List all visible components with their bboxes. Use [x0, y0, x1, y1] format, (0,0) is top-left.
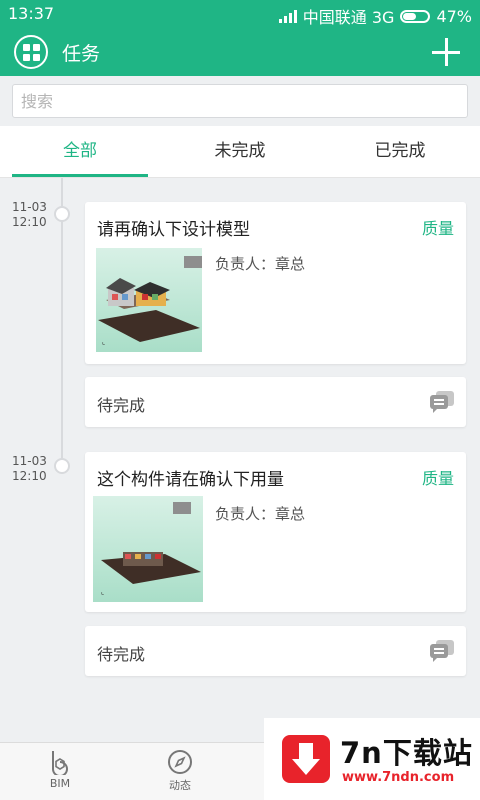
model-thumbnail[interactable]: ⌞ [93, 496, 203, 602]
svg-text:⌞: ⌞ [101, 588, 104, 596]
search-bar [0, 76, 480, 126]
task-status-row[interactable]: 待完成 [85, 377, 466, 427]
page-title: 任务 [62, 43, 101, 65]
svg-text:⌞: ⌞ [102, 338, 105, 346]
plus-icon[interactable] [432, 38, 460, 66]
status-time: 13:37 [8, 4, 55, 23]
nav-label: 动态 [169, 779, 191, 792]
apps-grid-icon[interactable] [14, 35, 48, 69]
timeline-line [61, 178, 63, 474]
watermark-name: 7n下载站 [340, 736, 473, 770]
download-logo-icon [282, 735, 330, 783]
task-owner: 负责人：章总 [215, 255, 306, 273]
comment-icon[interactable] [430, 640, 454, 662]
watermark-url: www.7ndn.com [342, 770, 455, 785]
signal-icon [278, 9, 297, 23]
task-date-day: 11-03 [12, 200, 47, 214]
tab-incomplete[interactable]: 未完成 [160, 126, 320, 177]
task-status: 待完成 [97, 645, 146, 664]
compass-icon [168, 750, 192, 774]
app-bar: 任务 [0, 28, 480, 76]
tab-all[interactable]: 全部 [0, 126, 160, 177]
task-status: 待完成 [97, 396, 146, 415]
task-tag: 质量 [421, 469, 454, 488]
filter-tabs: 全部 未完成 已完成 [0, 126, 480, 178]
bim-icon [52, 751, 68, 775]
comment-icon[interactable] [430, 391, 454, 413]
status-bar: 13:37 中国联通 3G 47% [0, 0, 480, 28]
task-card[interactable]: 请再确认下设计模型 质量 ⌞ 负责人：章总 [85, 202, 466, 364]
task-status-row[interactable]: 待完成 [85, 626, 466, 676]
task-date: 11-03 12:10 [12, 454, 47, 484]
task-date: 11-03 12:10 [12, 200, 47, 230]
task-title: 请再确认下设计模型 [97, 220, 250, 240]
carrier-label: 中国联通 3G [302, 8, 395, 27]
task-title: 这个构件请在确认下用量 [97, 470, 284, 490]
status-right: 中国联通 3G 47% [278, 4, 472, 28]
tab-completed[interactable]: 已完成 [320, 126, 480, 177]
watermark: 7n下载站 www.7ndn.com [264, 718, 480, 800]
nav-label: BIM [49, 777, 71, 790]
battery-icon [400, 9, 431, 23]
model-thumbnail[interactable]: ⌞ [96, 248, 202, 352]
task-date-time: 12:10 [12, 469, 47, 483]
search-input[interactable] [12, 84, 468, 118]
task-owner: 负责人：章总 [215, 505, 306, 523]
task-card[interactable]: 这个构件请在确认下用量 质量 ⌞ 负责人：章总 [85, 452, 466, 612]
nav-item-bim[interactable]: BIM [0, 743, 120, 800]
battery-percent: 47% [436, 6, 472, 26]
timeline-dot [54, 206, 70, 222]
timeline-dot [54, 458, 70, 474]
nav-item-activity[interactable]: 动态 [120, 743, 240, 800]
task-tag: 质量 [421, 219, 454, 238]
battery-fill [403, 12, 416, 20]
task-date-time: 12:10 [12, 215, 47, 229]
task-date-day: 11-03 [12, 454, 47, 468]
